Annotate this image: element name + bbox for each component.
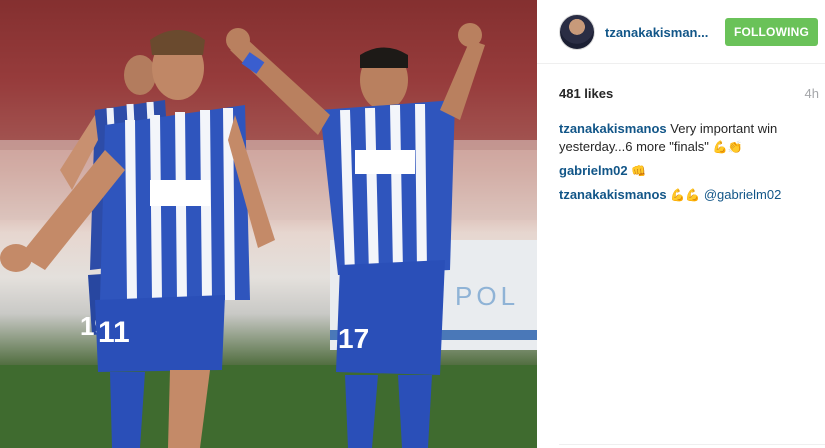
divider — [559, 444, 825, 445]
post-meta: 481 likes 4h — [559, 86, 819, 104]
emoji-icon: 💪👏 — [712, 140, 743, 154]
avatar[interactable] — [559, 14, 595, 50]
post-header: tzanakakisman... FOLLOWING — [537, 0, 825, 64]
comment-username[interactable]: gabrielm02 — [559, 163, 628, 178]
svg-text:POL: POL — [455, 281, 519, 311]
svg-text:11: 11 — [98, 316, 130, 349]
comment-mention-link[interactable]: @gabrielm02 — [704, 187, 782, 202]
fist-emoji-icon: 👊 — [631, 164, 647, 178]
svg-text:17: 17 — [338, 323, 369, 354]
football-players-photo: POL 19 11 17 — [0, 0, 537, 448]
comment-username[interactable]: tzanakakismanos — [559, 187, 667, 202]
comment: gabrielm02 👊 — [559, 162, 809, 180]
following-button[interactable]: FOLLOWING — [725, 18, 818, 46]
likes-count[interactable]: 481 likes — [559, 86, 613, 101]
post-timestamp[interactable]: 4h — [805, 86, 819, 101]
comments-list: tzanakakismanos Very important win yeste… — [559, 120, 809, 210]
comment: tzanakakismanos 💪💪 @gabrielm02 — [559, 186, 809, 204]
muscle-emoji-icon: 💪💪 — [670, 188, 701, 202]
post-photo[interactable]: POL 19 11 17 — [0, 0, 537, 448]
post-username[interactable]: tzanakakisman... — [605, 25, 708, 40]
comment-username[interactable]: tzanakakismanos — [559, 121, 667, 136]
comment: tzanakakismanos Very important win yeste… — [559, 120, 809, 156]
post-details-panel: tzanakakisman... FOLLOWING 481 likes 4h … — [537, 0, 825, 448]
